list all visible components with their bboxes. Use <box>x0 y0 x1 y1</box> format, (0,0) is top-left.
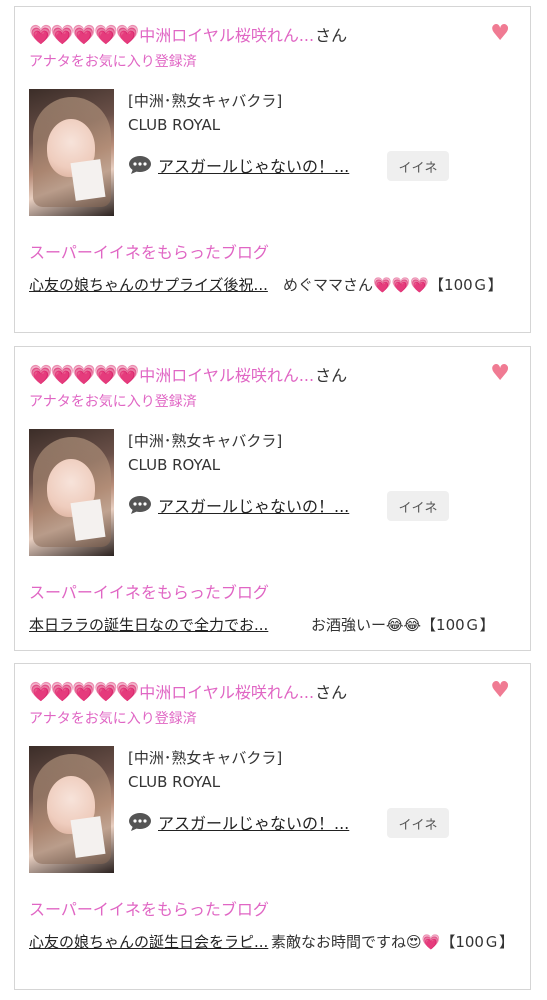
message-row: アスガールじゃないの！... <box>128 153 349 177</box>
shop-name: CLUB ROYAL <box>128 773 221 791</box>
message-link[interactable]: アスガールじゃないの！... <box>158 810 349 834</box>
shop-category: [中洲･熟女キャバクラ] <box>128 749 283 767</box>
honorific: さん <box>315 366 348 385</box>
card-header: 💗💗💗💗💗 中洲ロイヤル桜咲れん... さん <box>29 678 347 704</box>
like-button[interactable]: イイネ <box>387 151 449 181</box>
sender-name[interactable]: 中洲ロイヤル桜咲れん... <box>139 22 314 46</box>
profile-photo[interactable] <box>29 429 114 556</box>
notification-card: 💗💗💗💗💗 中洲ロイヤル桜咲れん... さん ♥ アナタをお気に入り登録済 [中… <box>14 663 531 990</box>
like-button[interactable]: イイネ <box>387 491 449 521</box>
card-header: 💗💗💗💗💗 中洲ロイヤル桜咲れん... さん <box>29 361 347 387</box>
like-button[interactable]: イイネ <box>387 808 449 838</box>
blog-title-link[interactable]: 心友の娘ちゃんの誕生日会をラピ... <box>29 930 271 954</box>
sender-name[interactable]: 中洲ロイヤル桜咲れん... <box>139 679 314 703</box>
favorite-status: アナタをお気に入り登録済 <box>29 394 197 410</box>
blog-title-link[interactable]: 心友の娘ちゃんのサプライズ後祝... <box>29 273 271 297</box>
rank-hearts: 💗💗💗💗💗 <box>29 680 139 703</box>
super-like-label: スーパーイイネをもらったブログ <box>29 900 269 919</box>
favorite-status: アナタをお気に入り登録済 <box>29 711 197 727</box>
shop-info: [中洲･熟女キャバクラ] CLUB ROYAL <box>128 89 282 137</box>
shop-info: [中洲･熟女キャバクラ] CLUB ROYAL <box>128 746 282 794</box>
chat-bubble-icon <box>129 813 151 831</box>
blog-comment: 素敵なお時間ですね😍💗【100Ｇ】 <box>271 933 514 951</box>
profile-photo[interactable] <box>29 89 114 216</box>
heart-icon[interactable]: ♥ <box>490 23 510 45</box>
message-link[interactable]: アスガールじゃないの！... <box>158 493 349 517</box>
honorific: さん <box>315 683 348 702</box>
heart-icon[interactable]: ♥ <box>490 680 510 702</box>
heart-icon[interactable]: ♥ <box>490 363 510 385</box>
blog-comment: めぐママさん💗💗💗【100Ｇ】 <box>283 276 503 294</box>
honorific: さん <box>315 26 348 45</box>
super-like-label: スーパーイイネをもらったブログ <box>29 243 269 262</box>
shop-name: CLUB ROYAL <box>128 116 221 134</box>
rank-hearts: 💗💗💗💗💗 <box>29 363 139 386</box>
shop-info: [中洲･熟女キャバクラ] CLUB ROYAL <box>128 429 282 477</box>
favorite-status: アナタをお気に入り登録済 <box>29 54 197 70</box>
blog-title-link[interactable]: 本日ララの誕生日なので全力でお... <box>29 613 303 637</box>
shop-category: [中洲･熟女キャバクラ] <box>128 432 283 450</box>
blog-comment: お酒強いー😂😂【100Ｇ】 <box>311 616 495 634</box>
sender-name[interactable]: 中洲ロイヤル桜咲れん... <box>139 362 314 386</box>
rank-hearts: 💗💗💗💗💗 <box>29 23 139 46</box>
message-row: アスガールじゃないの！... <box>128 493 349 517</box>
shop-name: CLUB ROYAL <box>128 456 221 474</box>
profile-photo[interactable] <box>29 746 114 873</box>
notification-card: 💗💗💗💗💗 中洲ロイヤル桜咲れん... さん ♥ アナタをお気に入り登録済 [中… <box>14 6 531 333</box>
message-link[interactable]: アスガールじゃないの！... <box>158 153 349 177</box>
notification-card: 💗💗💗💗💗 中洲ロイヤル桜咲れん... さん ♥ アナタをお気に入り登録済 [中… <box>14 346 531 651</box>
chat-bubble-icon <box>129 156 151 174</box>
chat-bubble-icon <box>129 496 151 514</box>
shop-category: [中洲･熟女キャバクラ] <box>128 92 283 110</box>
card-header: 💗💗💗💗💗 中洲ロイヤル桜咲れん... さん <box>29 21 347 47</box>
super-like-label: スーパーイイネをもらったブログ <box>29 583 269 602</box>
message-row: アスガールじゃないの！... <box>128 810 349 834</box>
